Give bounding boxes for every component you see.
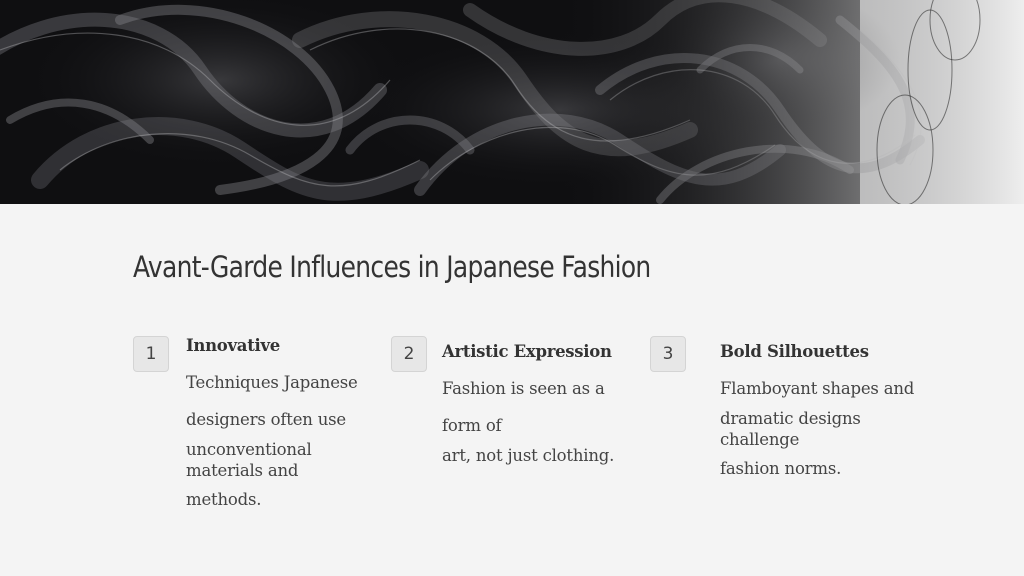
- hero-swirl-artwork: [0, 0, 1024, 204]
- item-text-3-line-3: challenge: [720, 430, 800, 449]
- page-title: Avant-Garde Influences in Japanese Fashi…: [133, 250, 651, 284]
- item-text-2-line-3: art, not just clothing.: [442, 446, 615, 465]
- item-text-1-line-2: designers often use: [186, 410, 346, 429]
- item-heading-1: Innovative: [186, 336, 280, 355]
- step-number-badge-2: 2: [391, 336, 427, 372]
- item-text-1-line-5: methods.: [186, 490, 262, 509]
- item-text-2-line-1: Fashion is seen as a: [442, 379, 605, 398]
- step-number-badge-1: 1: [133, 336, 169, 372]
- step-number-badge-3: 3: [650, 336, 686, 372]
- item-text-3-line-4: fashion norms.: [720, 459, 842, 478]
- item-text-3-line-1: Flamboyant shapes and: [720, 379, 915, 398]
- item-text-1-line-3: unconventional: [186, 440, 312, 459]
- hero-image: [0, 0, 1024, 204]
- item-text-1-line-4: materials and: [186, 461, 299, 480]
- item-heading-3: Bold Silhouettes: [720, 342, 869, 361]
- item-text-2-line-2: form of: [442, 416, 502, 435]
- item-heading-2: Artistic Expression: [442, 342, 612, 361]
- item-text-1-line-1: Techniques Japanese: [186, 373, 358, 392]
- item-text-3-line-2: dramatic designs: [720, 409, 861, 428]
